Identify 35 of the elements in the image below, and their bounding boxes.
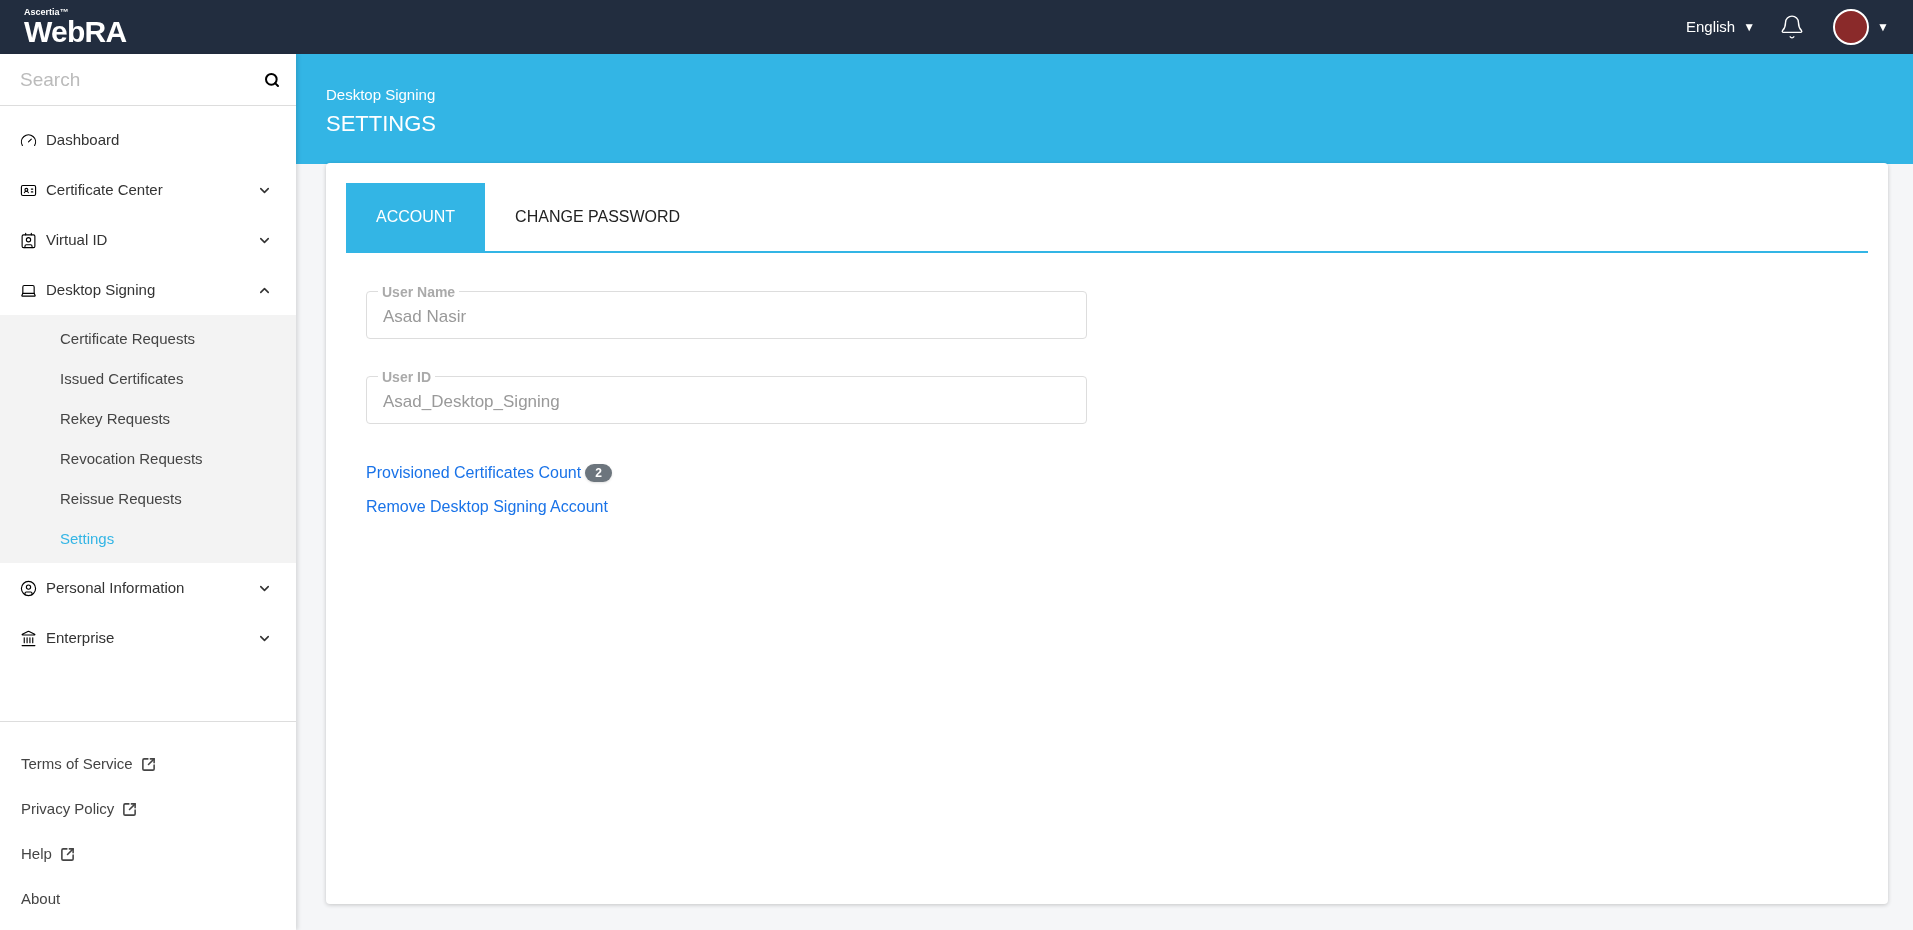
gauge-icon <box>20 131 37 149</box>
footer-link[interactable]: Privacy Policy <box>21 798 115 821</box>
external-link-icon <box>122 802 138 817</box>
nav-item[interactable]: Enterprise <box>0 613 296 663</box>
page-title: SETTINGS <box>326 109 437 138</box>
link[interactable]: Provisioned Certificates Count <box>366 461 582 485</box>
footer-link[interactable]: Help <box>21 843 52 866</box>
submenu-item[interactable]: Issued Certificates <box>0 359 296 399</box>
count-badge: 2 <box>585 464 612 482</box>
nav-item[interactable]: Virtual ID <box>0 215 296 265</box>
link[interactable]: Remove Desktop Signing Account <box>366 495 608 519</box>
caret-icon[interactable]: ▼ <box>1877 18 1889 36</box>
search-icon[interactable] <box>264 72 280 88</box>
footer-link[interactable]: About <box>21 888 61 911</box>
footer-link[interactable]: Terms of Service <box>21 753 133 776</box>
external-link-icon <box>140 757 156 772</box>
bank-building-icon <box>20 629 37 647</box>
logo-small-text: Ascertia™ <box>24 7 70 17</box>
nav-item[interactable]: Desktop Signing <box>0 265 296 315</box>
submenu-item[interactable]: Rekey Requests <box>0 399 296 439</box>
logo-text: WebRA <box>24 16 127 47</box>
avatar[interactable] <box>1833 9 1870 45</box>
search-field[interactable]: Search <box>0 54 296 106</box>
submenu-item[interactable]: Reissue Requests <box>0 479 296 519</box>
logo[interactable]: Ascertia™ WebRA <box>24 7 127 47</box>
nav-item[interactable]: Dashboard <box>0 115 296 165</box>
external-link-icon <box>59 847 75 862</box>
id-card-icon <box>20 231 37 249</box>
nav-item[interactable]: Certificate Center <box>0 165 296 215</box>
submenu-item[interactable]: Revocation Requests <box>0 439 296 479</box>
nav-item[interactable]: Personal Information <box>0 563 296 613</box>
user-circle-icon <box>20 579 37 597</box>
language-selector[interactable]: English ▼ <box>1686 15 1756 39</box>
page-subtitle: Desktop Signing <box>326 85 437 105</box>
submenu-item[interactable]: Certificate Requests <box>0 319 296 359</box>
